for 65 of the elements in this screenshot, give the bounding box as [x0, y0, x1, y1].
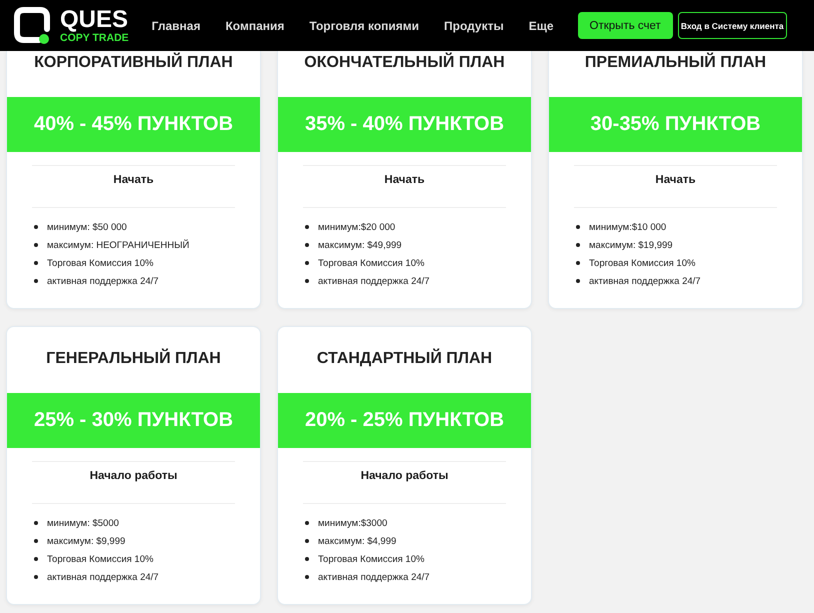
bullet-icon — [34, 557, 38, 561]
bullet-icon — [34, 575, 38, 579]
nav-link[interactable]: Компания — [225, 18, 284, 32]
plan-points: 30-35% ПУНКТОВ — [590, 113, 761, 136]
plan-points: 40% - 45% ПУНКТОВ — [34, 113, 234, 136]
bullet-icon — [34, 243, 38, 247]
feature-item: максимум: $49,999 — [318, 240, 402, 250]
feature-item: Торговая Комиссия 10% — [47, 554, 154, 564]
feature-item: максимум: НЕОГРАНИЧЕННЫЙ — [47, 240, 190, 250]
feature-item: Торговая Комиссия 10% — [47, 258, 154, 268]
bullet-icon — [576, 225, 580, 229]
start-link[interactable]: Начать — [655, 174, 696, 186]
plan-title: КОРПОРАТИВНЫЙ ПЛАН — [33, 52, 234, 73]
bullet-icon — [305, 575, 309, 579]
bullet-icon — [305, 557, 309, 561]
feature-item: минимум:$20 000 — [318, 222, 396, 232]
bullet-icon — [34, 261, 38, 265]
bullet-icon — [34, 279, 38, 283]
nav-link[interactable]: Торговля копиями — [309, 18, 420, 32]
open-account-button[interactable]: Открыть счет — [578, 12, 673, 39]
client-login-button[interactable]: Вход в Систему клиента — [678, 12, 787, 39]
bullet-icon — [576, 279, 580, 283]
bullet-icon — [576, 261, 580, 265]
feature-item: активная поддержка 24/7 — [318, 276, 430, 286]
feature-item: Торговая Комиссия 10% — [589, 258, 696, 268]
plan-title: ПРЕМИАЛЬНЫЙ ПЛАН — [584, 52, 768, 73]
bullet-icon — [34, 539, 38, 543]
bullet-icon — [305, 521, 309, 525]
nav-link[interactable]: Еще — [528, 18, 554, 32]
plan-title: ГЕНЕРАЛЬНЫЙ ПЛАН — [45, 348, 222, 369]
feature-item: активная поддержка 24/7 — [47, 572, 159, 582]
feature-item: максимум: $19,999 — [589, 240, 673, 250]
logo-name: QUES — [60, 8, 129, 32]
feature-item: минимум: $50 000 — [47, 222, 127, 232]
feature-item: активная поддержка 24/7 — [589, 276, 701, 286]
start-link[interactable]: Начать — [384, 174, 425, 186]
bullet-icon — [305, 261, 309, 265]
feature-item: Торговая Комиссия 10% — [318, 258, 424, 268]
plan-points: 35% - 40% ПУНКТОВ — [304, 113, 504, 136]
start-link[interactable]: Начало работы — [360, 470, 448, 482]
feature-item: Торговая Комиссия 10% — [318, 554, 424, 564]
plan-title: СТАНДАРТНЫЙ ПЛАН — [316, 348, 494, 369]
bullet-icon — [576, 243, 580, 247]
logo-icon — [14, 6, 50, 44]
feature-item: максимум: $9,999 — [47, 536, 126, 546]
bullet-icon — [305, 225, 309, 229]
feature-item: минимум: $5000 — [47, 518, 119, 528]
nav-link[interactable]: Продукты — [444, 18, 504, 32]
feature-item: минимум:$3000 — [318, 518, 388, 528]
bullet-icon — [34, 521, 38, 525]
bullet-icon — [305, 279, 309, 283]
logo-tagline: COPY TRADE — [60, 32, 129, 44]
start-link[interactable]: Начало работы — [90, 470, 178, 482]
feature-item: минимум:$10 000 — [589, 222, 666, 232]
bullet-icon — [305, 243, 309, 247]
plan-points: 20% - 25% ПУНКТОВ — [304, 409, 504, 432]
bullet-icon — [305, 539, 309, 543]
plan-title: ОКОНЧАТЕЛЬНЫЙ ПЛАН — [303, 52, 506, 73]
plan-points: 25% - 30% ПУНКТОВ — [34, 409, 234, 432]
start-link[interactable]: Начать — [113, 174, 154, 186]
feature-item: активная поддержка 24/7 — [47, 276, 159, 286]
feature-item: максимум: $4,999 — [318, 536, 396, 546]
bullet-icon — [34, 225, 38, 229]
feature-item: активная поддержка 24/7 — [318, 572, 430, 582]
nav-link[interactable]: Главная — [152, 18, 200, 32]
